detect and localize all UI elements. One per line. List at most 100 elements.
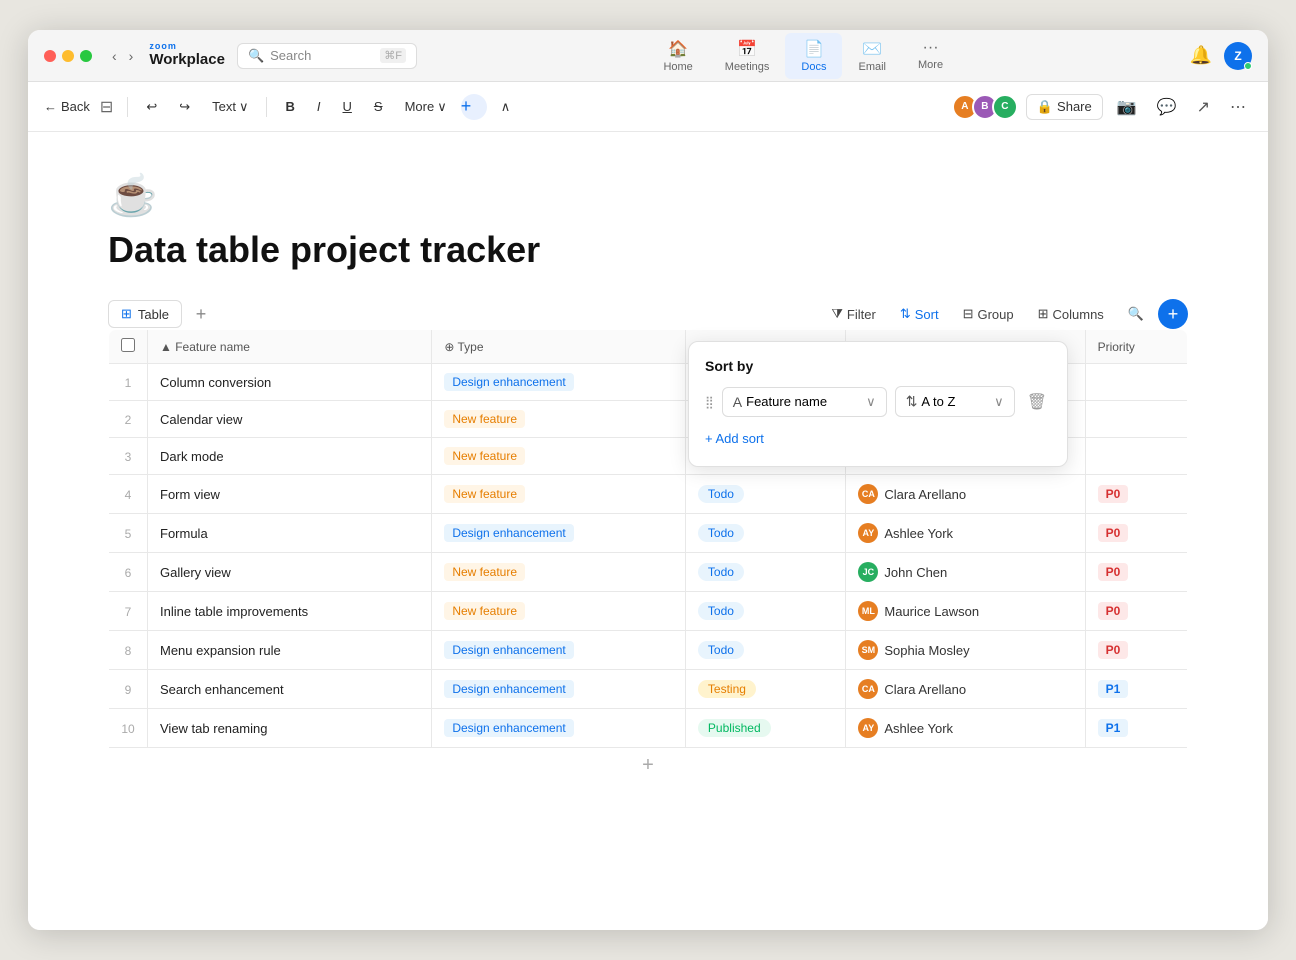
table-controls: ⊞ Table + ⧩ Filter ⇅ Sort ⊟ Group ⊞ <box>108 299 1188 329</box>
sort-order-select[interactable]: ⇅ A to Z ∨ <box>895 386 1015 417</box>
back-button[interactable]: ← Back <box>44 99 90 114</box>
text-format-button[interactable]: Text ∨ <box>204 95 256 119</box>
email-icon: ✉️ <box>862 39 882 59</box>
tab-home[interactable]: 🏠 Home <box>647 33 708 79</box>
table-view-button[interactable]: ⊞ Table <box>108 300 182 328</box>
assignee-avatar-6: JC <box>858 562 878 582</box>
export-button[interactable]: ↗ <box>1191 93 1216 121</box>
header-feature-name: ▲ Feature name <box>148 330 432 364</box>
row-status-8: Todo <box>685 631 845 670</box>
traffic-lights <box>44 50 92 62</box>
columns-label: Columns <box>1053 307 1104 322</box>
italic-button[interactable]: I <box>309 95 329 118</box>
meetings-icon: 📅 <box>737 39 757 59</box>
sort-dropdown: Sort by ⣿ A Feature name ∨ ⇅ A to Z ∨ 🗑 <box>688 341 1068 467</box>
row-type-1: Design enhancement <box>432 364 686 401</box>
assignee-avatar-5: AY <box>858 523 878 543</box>
share-label: Share <box>1057 99 1092 114</box>
row-feature-2: Calendar view <box>148 401 432 438</box>
type-badge-8: Design enhancement <box>444 641 573 659</box>
status-badge-5: Todo <box>698 524 744 542</box>
tab-docs[interactable]: 📄 Docs <box>785 33 842 79</box>
back-arrow[interactable]: ‹ <box>108 46 121 66</box>
assignee-cell-4: CA Clara Arellano <box>858 484 1072 504</box>
add-row-blue-button[interactable]: + <box>1158 299 1188 329</box>
sort-field-label: Feature name <box>746 394 827 409</box>
sort-button[interactable]: ⇅ Sort <box>890 302 949 326</box>
minimize-button[interactable] <box>62 50 74 62</box>
assignee-name-8: Sophia Mosley <box>884 643 969 658</box>
app-window: ‹ › zoom Workplace 🔍 Search ⌘F 🏠 Home 📅 … <box>28 30 1268 930</box>
priority-badge-7: P0 <box>1098 602 1129 620</box>
fullscreen-button[interactable] <box>80 50 92 62</box>
filter-button[interactable]: ⧩ Filter <box>821 302 886 326</box>
sort-field-select[interactable]: A Feature name ∨ <box>722 387 887 417</box>
notification-icon[interactable]: 🔔 <box>1190 45 1212 66</box>
toolbar: ← Back ⊟ ↩ ↪ Text ∨ B I U S More ∨ + ∧ <box>28 82 1268 132</box>
overflow-button[interactable]: ⋯ <box>1224 93 1252 121</box>
add-row-cell[interactable]: + <box>109 748 1188 784</box>
row-type-9: Design enhancement <box>432 670 686 709</box>
tab-home-label: Home <box>663 61 692 73</box>
share-button[interactable]: 🔒 Share <box>1026 94 1103 120</box>
strikethrough-button[interactable]: S <box>366 95 391 118</box>
back-arrow-icon: ← <box>44 99 57 114</box>
table-row: 4 Form view New feature Todo CA Clara Ar… <box>109 475 1188 514</box>
add-sort-button[interactable]: + Add sort <box>705 427 764 450</box>
redo-button[interactable]: ↪ <box>171 95 198 119</box>
user-avatar[interactable]: Z <box>1224 42 1252 70</box>
assignee-avatar-9: CA <box>858 679 878 699</box>
status-badge-4: Todo <box>698 485 744 503</box>
sort-order-icon: ⇅ <box>906 393 918 410</box>
title-bar: ‹ › zoom Workplace 🔍 Search ⌘F 🏠 Home 📅 … <box>28 30 1268 82</box>
row-checkbox-1: 1 <box>109 364 148 401</box>
row-type-10: Design enhancement <box>432 709 686 748</box>
assignee-avatar-4: CA <box>858 484 878 504</box>
row-assignee-5: AY Ashlee York <box>846 514 1085 553</box>
tab-email[interactable]: ✉️ Email <box>842 33 902 79</box>
undo-button[interactable]: ↩ <box>138 95 165 119</box>
tab-more[interactable]: ··· More <box>902 33 959 79</box>
underline-button[interactable]: U <box>335 95 360 118</box>
priority-badge-9: P1 <box>1098 680 1129 698</box>
priority-badge-4: P0 <box>1098 485 1129 503</box>
assignee-name-4: Clara Arellano <box>884 487 966 502</box>
select-all-checkbox[interactable] <box>121 338 135 352</box>
filter-icon: ⧩ <box>831 306 843 322</box>
status-badge-9: Testing <box>698 680 756 698</box>
toolbar-separator-1 <box>127 97 128 117</box>
columns-button[interactable]: ⊞ Columns <box>1028 302 1114 326</box>
add-row-row[interactable]: + <box>109 748 1188 784</box>
doc-title: Data table project tracker <box>108 229 1188 271</box>
row-assignee-8: SM Sophia Mosley <box>846 631 1085 670</box>
comment-button[interactable]: 💬 <box>1151 93 1183 121</box>
status-badge-6: Todo <box>698 563 744 581</box>
row-status-4: Todo <box>685 475 845 514</box>
row-priority-8: P0 <box>1085 631 1187 670</box>
search-table-button[interactable]: 🔍 <box>1118 302 1154 326</box>
collapse-button[interactable]: ∧ <box>493 95 519 119</box>
search-bar[interactable]: 🔍 Search ⌘F <box>237 43 417 69</box>
insert-button[interactable]: + <box>461 94 487 120</box>
sidebar-toggle-button[interactable]: ⊟ <box>96 93 117 121</box>
bold-button[interactable]: B <box>277 95 302 118</box>
sort-delete-button[interactable]: 🗑 <box>1023 388 1051 416</box>
sort-field-caret: ∨ <box>866 394 876 410</box>
italic-label: I <box>317 99 321 114</box>
assignee-cell-9: CA Clara Arellano <box>858 679 1072 699</box>
underline-label: U <box>343 99 352 114</box>
row-assignee-10: AY Ashlee York <box>846 709 1085 748</box>
tab-meetings[interactable]: 📅 Meetings <box>709 33 786 79</box>
add-view-button[interactable]: + <box>188 301 214 327</box>
drag-handle-icon[interactable]: ⣿ <box>705 395 714 409</box>
more-format-button[interactable]: More ∨ <box>397 95 455 119</box>
row-type-5: Design enhancement <box>432 514 686 553</box>
assignee-avatar-7: ML <box>858 601 878 621</box>
priority-badge-6: P0 <box>1098 563 1129 581</box>
row-type-2: New feature <box>432 401 686 438</box>
row-priority-5: P0 <box>1085 514 1187 553</box>
group-button[interactable]: ⊟ Group <box>953 302 1024 326</box>
forward-arrow[interactable]: › <box>125 46 138 66</box>
close-button[interactable] <box>44 50 56 62</box>
video-button[interactable]: 📷 <box>1111 93 1143 121</box>
